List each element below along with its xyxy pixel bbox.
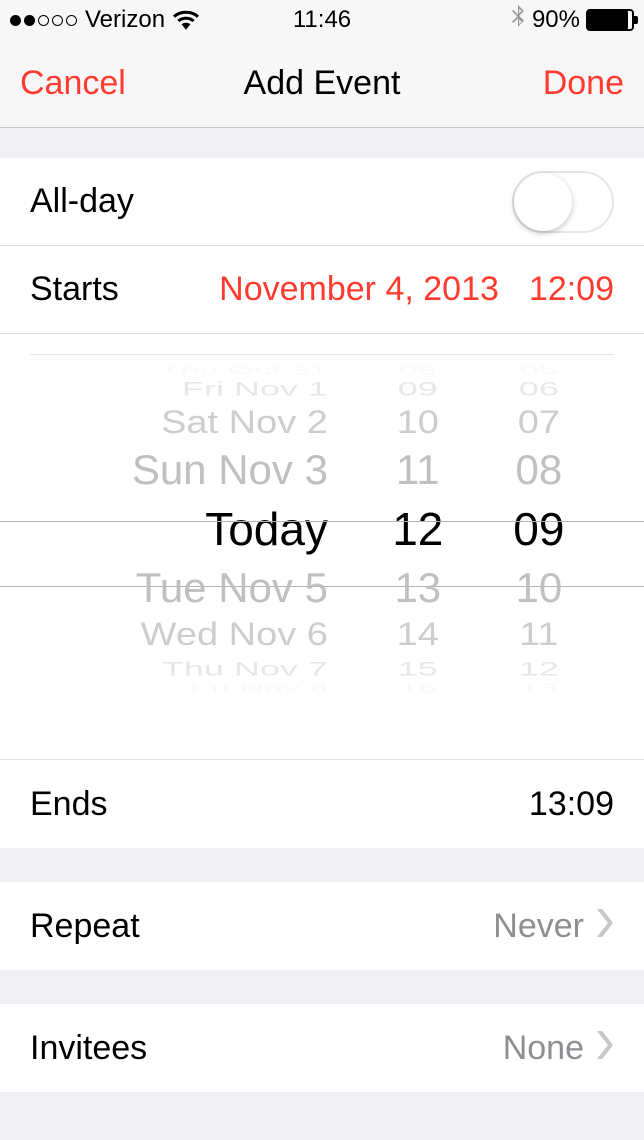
- starts-label: Starts: [30, 270, 119, 309]
- bluetooth-icon: [510, 5, 526, 35]
- all-day-row: All-day: [0, 158, 644, 246]
- battery-percentage: 90%: [532, 6, 580, 34]
- status-left: Verizon: [10, 6, 199, 34]
- ends-row[interactable]: Ends 13:09: [0, 760, 644, 848]
- repeat-label: Repeat: [30, 907, 140, 946]
- page-title: Add Event: [244, 64, 401, 103]
- starts-value: November 4, 2013 12:09: [219, 270, 614, 309]
- signal-strength-icon: [10, 15, 77, 26]
- nav-bar: Cancel Add Event Done: [0, 40, 644, 128]
- cancel-button[interactable]: Cancel: [20, 64, 126, 103]
- status-right: 90%: [510, 5, 634, 35]
- wifi-icon: [173, 10, 199, 30]
- invitees-row[interactable]: Invitees None: [0, 1004, 644, 1092]
- repeat-group: Repeat Never: [0, 882, 644, 970]
- status-time: 11:46: [293, 6, 351, 34]
- repeat-value: Never: [493, 907, 584, 946]
- chevron-right-icon: [596, 1030, 614, 1067]
- carrier-label: Verizon: [85, 6, 165, 34]
- invitees-label: Invitees: [30, 1029, 147, 1068]
- time-group: All-day Starts November 4, 2013 12:09 Th…: [0, 158, 644, 848]
- invitees-group: Invitees None: [0, 1004, 644, 1092]
- ends-time: 13:09: [529, 785, 614, 824]
- datetime-picker[interactable]: Thu Oct 31 Fri Nov 1 Sat Nov 2 Sun Nov 3…: [0, 334, 644, 760]
- done-button[interactable]: Done: [543, 64, 624, 103]
- starts-row[interactable]: Starts November 4, 2013 12:09: [0, 246, 644, 334]
- chevron-right-icon: [596, 908, 614, 945]
- all-day-toggle[interactable]: [512, 171, 614, 233]
- status-bar: Verizon 11:46 90%: [0, 0, 644, 40]
- repeat-row[interactable]: Repeat Never: [0, 882, 644, 970]
- battery-icon: [586, 9, 634, 31]
- invitees-value: None: [503, 1029, 584, 1068]
- starts-time: 12:09: [529, 270, 614, 309]
- toggle-knob: [514, 173, 572, 231]
- all-day-label: All-day: [30, 182, 134, 221]
- ends-label: Ends: [30, 785, 108, 824]
- starts-date: November 4, 2013: [219, 270, 499, 309]
